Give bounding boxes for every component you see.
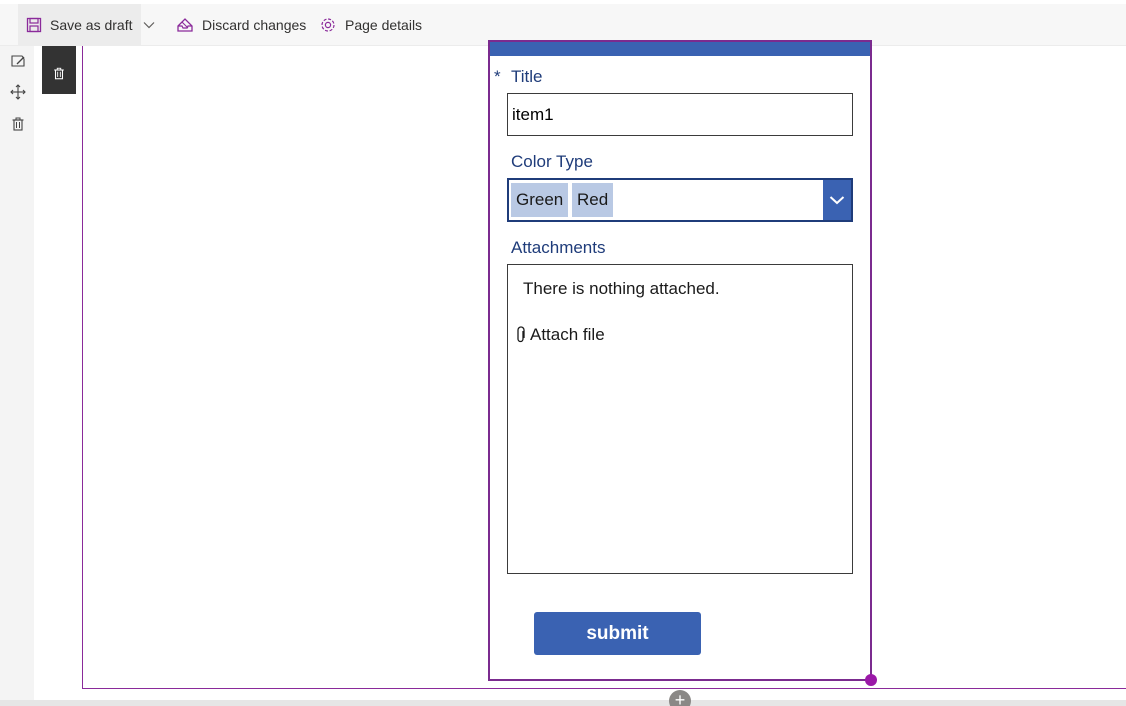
webpart-toolbar bbox=[42, 46, 76, 94]
discard-changes-label: Discard changes bbox=[202, 17, 307, 33]
edit-icon[interactable] bbox=[10, 53, 26, 69]
move-icon[interactable] bbox=[10, 84, 26, 100]
attachments-label: Attachments bbox=[511, 238, 606, 257]
form-header-bar bbox=[490, 42, 870, 56]
discard-changes-button[interactable]: Discard changes bbox=[176, 4, 306, 46]
save-options-dropdown[interactable] bbox=[142, 4, 164, 46]
required-marker: * bbox=[494, 67, 501, 86]
trash-icon[interactable] bbox=[52, 66, 66, 81]
color-type-combobox[interactable]: Green Red bbox=[507, 178, 853, 222]
attachments-empty-text: There is nothing attached. bbox=[523, 279, 720, 298]
combobox-expand-button[interactable] bbox=[823, 180, 851, 220]
discard-icon bbox=[177, 18, 193, 32]
page: Save as draft Discard changes Page detai… bbox=[0, 0, 1126, 706]
attach-file-button[interactable]: Attach file bbox=[516, 325, 605, 345]
title-input[interactable]: item1 bbox=[507, 93, 853, 136]
resize-handle[interactable] bbox=[865, 674, 877, 686]
gear-icon bbox=[321, 18, 335, 32]
save-as-draft-button[interactable]: Save as draft bbox=[18, 4, 141, 46]
chevron-down-icon bbox=[143, 22, 155, 29]
trash-icon[interactable] bbox=[10, 116, 26, 132]
submit-button[interactable]: submit bbox=[534, 612, 701, 655]
add-icon: + bbox=[674, 690, 686, 706]
save-as-draft-label: Save as draft bbox=[50, 17, 133, 33]
bottom-scrollbar[interactable] bbox=[0, 700, 1126, 706]
color-type-label: Color Type bbox=[511, 152, 593, 171]
save-icon bbox=[26, 17, 42, 33]
page-details-label: Page details bbox=[345, 17, 423, 33]
section-toolbar bbox=[0, 46, 34, 706]
page-details-button[interactable]: Page details bbox=[319, 4, 422, 46]
selected-chip-red[interactable]: Red bbox=[572, 183, 614, 217]
attach-file-label: Attach file bbox=[530, 325, 605, 344]
chevron-down-icon bbox=[829, 196, 845, 205]
title-label: Title bbox=[511, 67, 543, 86]
add-section-button[interactable]: + bbox=[669, 690, 691, 706]
paperclip-icon bbox=[517, 326, 525, 343]
selected-chip-green[interactable]: Green bbox=[511, 183, 569, 217]
attachments-box: There is nothing attached. Attach file bbox=[507, 264, 853, 574]
